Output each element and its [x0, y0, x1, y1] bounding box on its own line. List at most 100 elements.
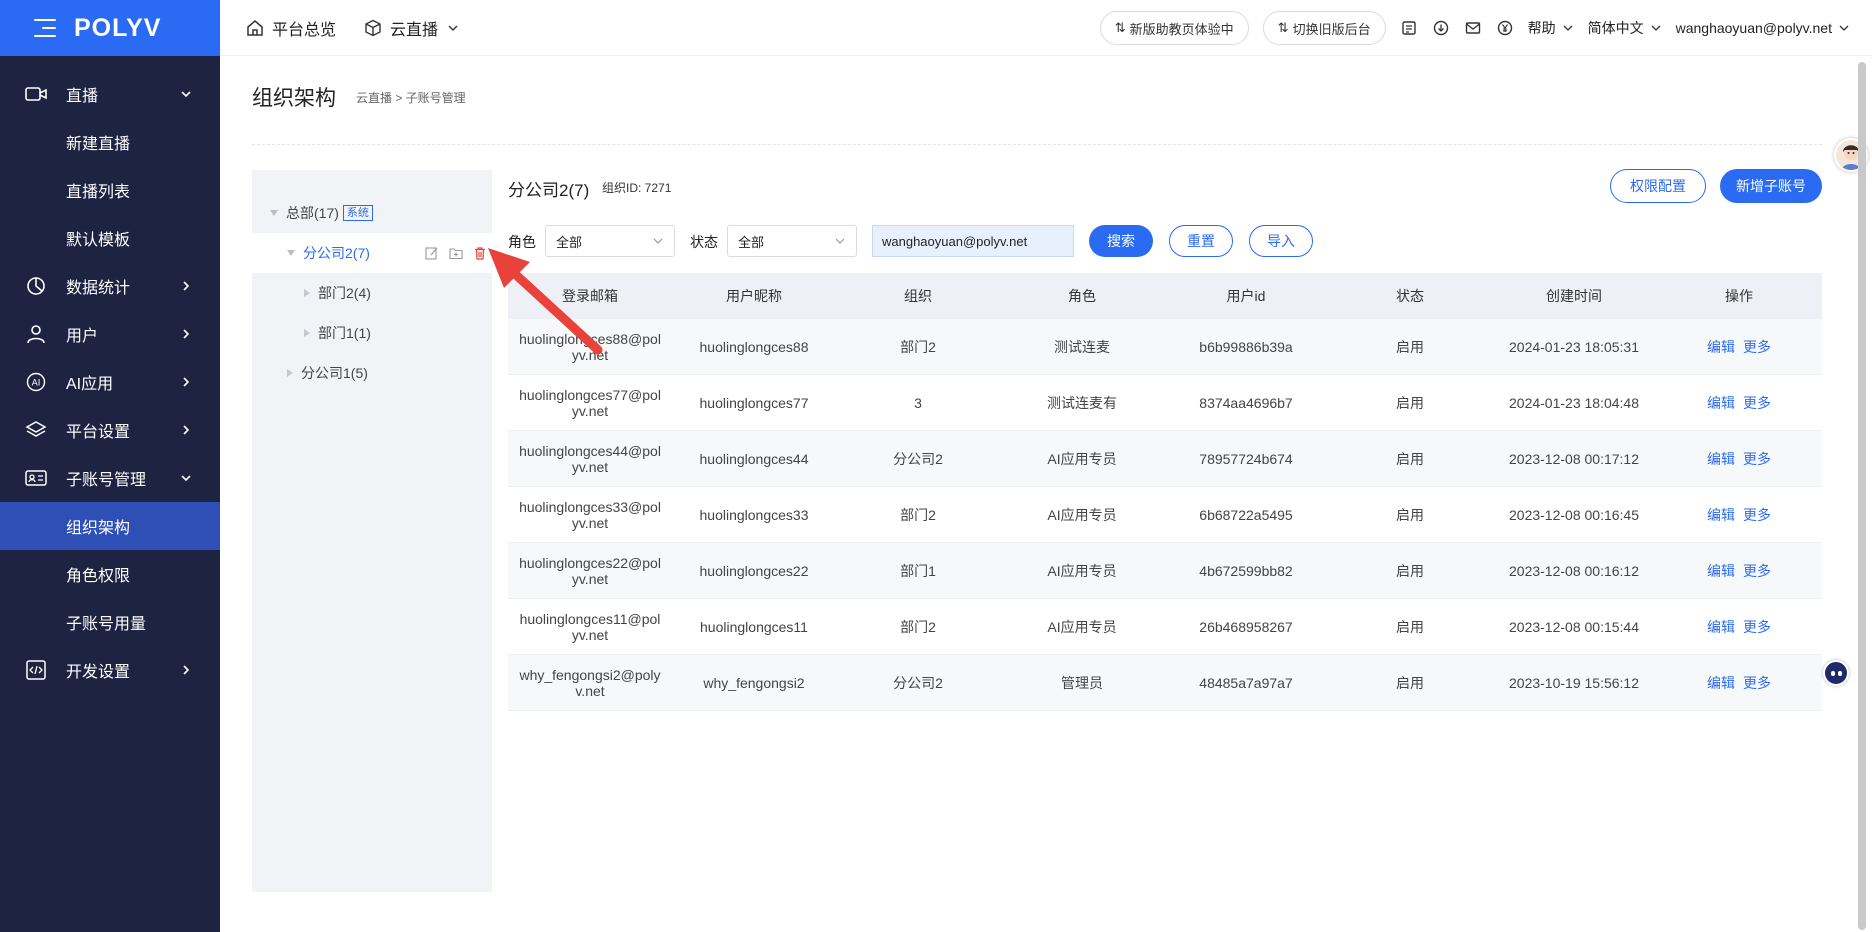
sidebar-item-label: 直播	[66, 88, 99, 105]
sidebar-item-live-list[interactable]: 直播列表	[0, 166, 220, 214]
home-icon	[247, 19, 263, 36]
cell-org: 部门2	[900, 618, 936, 635]
chevron-down-icon	[653, 238, 663, 244]
sidebar-item-live[interactable]: 直播	[0, 70, 220, 118]
sidebar-item-org-structure[interactable]: 组织架构	[0, 502, 220, 550]
more-link[interactable]: 更多	[1743, 563, 1771, 579]
menu-toggle-icon[interactable]	[34, 19, 56, 37]
page-title: 组织架构	[252, 87, 336, 110]
user-email: wanghaoyuan@polyv.net	[1675, 20, 1832, 36]
more-link[interactable]: 更多	[1743, 507, 1771, 523]
sidebar-item-ai[interactable]: AI AI应用	[0, 358, 220, 406]
cell-status: 启用	[1396, 506, 1424, 523]
chevron-right-icon	[183, 665, 190, 675]
platform-overview-link[interactable]: 平台总览	[246, 16, 336, 40]
table-row: huolinglongces77@polyv.net huolinglongce…	[508, 375, 1822, 431]
cell-email: huolinglongces77@polyv.net	[519, 386, 661, 419]
cell-email: why_fengongsi2@polyv.net	[519, 666, 661, 699]
table-row: huolinglongces44@polyv.net huolinglongce…	[508, 431, 1822, 487]
breadcrumb[interactable]: 云直播 > 子账号管理	[356, 89, 466, 106]
chatbot-icon[interactable]	[1823, 660, 1849, 686]
sidebar-item-role-permission[interactable]: 角色权限	[0, 550, 220, 598]
cell-created: 2024-01-23 18:04:48	[1509, 394, 1639, 411]
sidebar-item-users[interactable]: 用户	[0, 310, 220, 358]
more-link[interactable]: 更多	[1743, 395, 1771, 411]
more-link[interactable]: 更多	[1743, 619, 1771, 635]
cell-actions: 编辑 更多	[1656, 451, 1822, 467]
sidebar-item-label: 数据统计	[66, 280, 131, 297]
tree-node-dept2[interactable]: 部门2(4)	[252, 273, 492, 313]
document-icon[interactable]	[1400, 19, 1418, 37]
email-search-input[interactable]: wanghaoyuan@polyv.net	[872, 225, 1074, 257]
sidebar-item-platform-settings[interactable]: 平台设置	[0, 406, 220, 454]
tree-node-branch1[interactable]: 分公司1(5)	[252, 353, 492, 393]
help-menu[interactable]: 帮助	[1528, 18, 1574, 38]
tree-node-root[interactable]: 总部(17) 系统	[252, 193, 492, 233]
more-link[interactable]: 更多	[1743, 675, 1771, 691]
cell-nickname: why_fengongsi2	[703, 674, 805, 691]
system-tag: 系统	[342, 205, 373, 221]
search-button[interactable]: 搜索	[1089, 225, 1153, 257]
user-menu[interactable]: wanghaoyuan@polyv.net	[1676, 20, 1850, 36]
switch-old-label: 切换旧版后台	[1292, 21, 1371, 37]
mail-icon[interactable]	[1464, 19, 1482, 37]
cell-role: 测试连麦	[1054, 338, 1110, 355]
cell-user-id: 6b68722a5495	[1199, 506, 1293, 523]
chevron-right-icon	[183, 377, 190, 387]
sidebar-item-sub-usage[interactable]: 子账号用量	[0, 598, 220, 646]
sidebar-item-new-live[interactable]: 新建直播	[0, 118, 220, 166]
permission-config-button[interactable]: 权限配置	[1610, 169, 1706, 203]
product-switch[interactable]: 云直播	[364, 16, 460, 40]
ai-icon: AI	[24, 370, 48, 394]
role-select[interactable]: 全部	[545, 225, 675, 257]
collapsed-icon	[287, 369, 293, 377]
status-select[interactable]: 全部	[727, 225, 857, 257]
swap-icon: ⇅	[1277, 20, 1289, 35]
cell-created: 2024-01-23 18:05:31	[1509, 338, 1639, 355]
cell-nickname: huolinglongces22	[699, 562, 809, 579]
scrollbar[interactable]	[1858, 62, 1866, 930]
reset-button[interactable]: 重置	[1169, 225, 1233, 257]
switch-old-button[interactable]: ⇅ 切换旧版后台	[1262, 11, 1386, 45]
yuan-icon[interactable]	[1496, 19, 1514, 37]
add-folder-icon[interactable]	[448, 245, 464, 261]
edit-icon[interactable]	[424, 245, 440, 261]
edit-link[interactable]: 编辑	[1707, 619, 1735, 635]
tree-node-selected[interactable]: 分公司2(7)	[252, 233, 492, 273]
tree-node-dept1[interactable]: 部门1(1)	[252, 313, 492, 353]
edit-link[interactable]: 编辑	[1707, 507, 1735, 523]
edit-link[interactable]: 编辑	[1707, 451, 1735, 467]
edit-link[interactable]: 编辑	[1707, 395, 1735, 411]
org-id: 组织ID: 7271	[602, 181, 672, 195]
sidebar-item-default-template[interactable]: 默认模板	[0, 214, 220, 262]
sidebar-item-dev-settings[interactable]: 开发设置	[0, 646, 220, 694]
user-icon	[24, 322, 48, 346]
sidebar-item-statistics[interactable]: 数据统计	[0, 262, 220, 310]
cell-actions: 编辑 更多	[1656, 675, 1822, 691]
header-nav: 平台总览 云直播	[246, 16, 460, 40]
edit-link[interactable]: 编辑	[1707, 675, 1735, 691]
import-button[interactable]: 导入	[1249, 225, 1313, 257]
chevron-right-icon	[183, 281, 190, 291]
sidebar-item-sub-accounts[interactable]: 子账号管理	[0, 454, 220, 502]
edit-link[interactable]: 编辑	[1707, 339, 1735, 355]
add-sub-account-button[interactable]: 新增子账号	[1720, 169, 1822, 203]
download-icon[interactable]	[1432, 19, 1450, 37]
table-row: why_fengongsi2@polyv.net why_fengongsi2 …	[508, 655, 1822, 711]
divider	[252, 144, 1822, 145]
expand-icon	[287, 250, 295, 256]
language-menu[interactable]: 简体中文	[1588, 18, 1662, 38]
delete-icon[interactable]	[472, 245, 488, 261]
table-row: huolinglongces88@polyv.net huolinglongce…	[508, 319, 1822, 375]
role-select-value: 全部	[556, 234, 583, 250]
edit-link[interactable]: 编辑	[1707, 563, 1735, 579]
cell-status: 启用	[1396, 674, 1424, 691]
org-tree: 总部(17) 系统 分公司2(7) 部门2(4) 部门1(1) 分公司1(5)	[252, 170, 492, 892]
more-link[interactable]: 更多	[1743, 451, 1771, 467]
cell-created: 2023-12-08 00:16:45	[1509, 506, 1639, 523]
cell-created: 2023-10-19 15:56:12	[1509, 674, 1639, 691]
cell-actions: 编辑 更多	[1656, 395, 1822, 411]
new-assistant-button[interactable]: ⇅ 新版助教页体验中	[1099, 11, 1249, 45]
more-link[interactable]: 更多	[1743, 339, 1771, 355]
tree-node-label: 分公司2(7)	[303, 245, 370, 261]
